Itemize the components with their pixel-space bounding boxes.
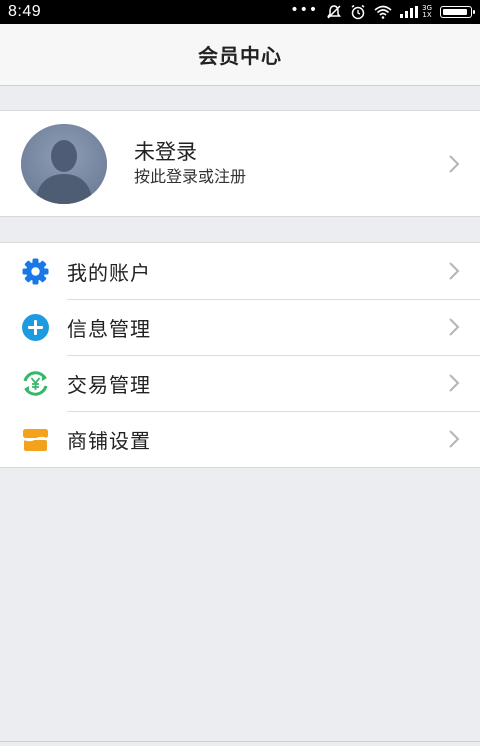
gear-icon xyxy=(21,257,50,286)
wifi-icon xyxy=(374,5,392,19)
menu-item-label: 我的账户 xyxy=(67,260,151,285)
network-label: 3G 1X xyxy=(422,5,432,19)
plus-circle-icon xyxy=(21,313,50,342)
profile-card[interactable]: 未登录 按此登录或注册 xyxy=(0,110,480,217)
yen-exchange-icon xyxy=(21,369,50,398)
menu-item-store-settings[interactable]: 商铺设置 xyxy=(0,411,480,467)
chevron-right-icon xyxy=(448,154,460,174)
profile-subtitle: 按此登录或注册 xyxy=(134,167,247,186)
nav-bar: 会员中心 xyxy=(0,24,480,86)
status-icons: ••• 3G 1X xyxy=(290,2,475,20)
alarm-icon xyxy=(350,4,366,20)
menu-item-my-account[interactable]: 我的账户 xyxy=(0,243,480,299)
profile-text: 未登录 按此登录或注册 xyxy=(134,139,246,187)
default-avatar-icon xyxy=(21,124,107,204)
profile-name: 未登录 xyxy=(134,140,197,164)
chevron-right-icon xyxy=(448,429,460,449)
battery-fill xyxy=(443,9,467,15)
status-bar: 8:49 ••• 3G 1X xyxy=(0,0,480,24)
bottom-divider xyxy=(0,741,480,742)
menu-item-info-management[interactable]: 信息管理 xyxy=(0,299,480,355)
chevron-right-icon xyxy=(448,317,460,337)
network-bottom: 1X xyxy=(422,11,432,19)
status-time: 8:49 xyxy=(8,3,42,20)
page-title: 会员中心 xyxy=(198,44,282,68)
signal-icon xyxy=(400,6,419,18)
chevron-right-icon xyxy=(448,261,460,281)
menu-list: 我的账户 信息管理 交易管理 商铺设置 xyxy=(0,242,480,468)
menu-item-label: 交易管理 xyxy=(67,372,151,397)
silent-icon xyxy=(326,4,342,20)
battery-icon xyxy=(440,6,475,18)
store-icon xyxy=(21,425,50,454)
menu-item-label: 信息管理 xyxy=(67,316,151,341)
menu-item-trade-management[interactable]: 交易管理 xyxy=(0,355,480,411)
more-dots-icon: ••• xyxy=(290,2,319,18)
menu-item-label: 商铺设置 xyxy=(67,428,151,453)
chevron-right-icon xyxy=(448,373,460,393)
